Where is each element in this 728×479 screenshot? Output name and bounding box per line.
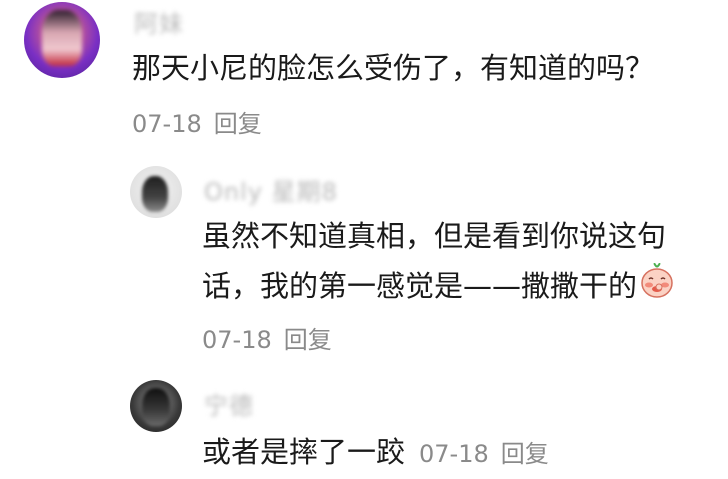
comment-3-meta: 07-18 回复 [419, 440, 549, 468]
commenter-3-username[interactable]: 宁德 [204, 386, 254, 421]
commenter-2-avatar[interactable] [130, 166, 182, 218]
comment-1-text: 那天小尼的脸怎么受伤了，有知道的吗？ [132, 51, 655, 85]
commenter-1-username[interactable]: 阿妹 [134, 4, 184, 39]
comment-1-meta: 07-18 回复 [132, 104, 262, 139]
comment-3-date: 07-18 [419, 440, 489, 468]
comment-3-reply-button[interactable]: 回复 [501, 440, 549, 468]
comment-3-row: 或者是摔了一跤 07-18 回复 [202, 428, 549, 479]
commenter-2-username[interactable]: Only 星期8 [204, 172, 338, 207]
comment-3-text: 或者是摔了一跤 [202, 435, 406, 469]
comment-1-date: 07-18 [132, 110, 202, 138]
comment-2-text-line1: 虽然不知道真相，但是看到你说这句 [202, 219, 667, 253]
comment-2-text-line2: 话，我的第一感觉是——撒撒干的 [202, 269, 638, 303]
commenter-3-avatar[interactable] [130, 380, 182, 432]
commenter-1-avatar[interactable] [24, 2, 100, 78]
comment-2-meta: 07-18 回复 [202, 320, 332, 355]
comment-2-reply-button[interactable]: 回复 [284, 326, 332, 354]
comment-2-text-line2-row: 话，我的第一感觉是——撒撒干的 [202, 261, 675, 314]
comment-1-reply-button[interactable]: 回复 [214, 110, 262, 138]
comment-2-date: 07-18 [202, 326, 272, 354]
blush-emoji-icon [639, 261, 675, 314]
